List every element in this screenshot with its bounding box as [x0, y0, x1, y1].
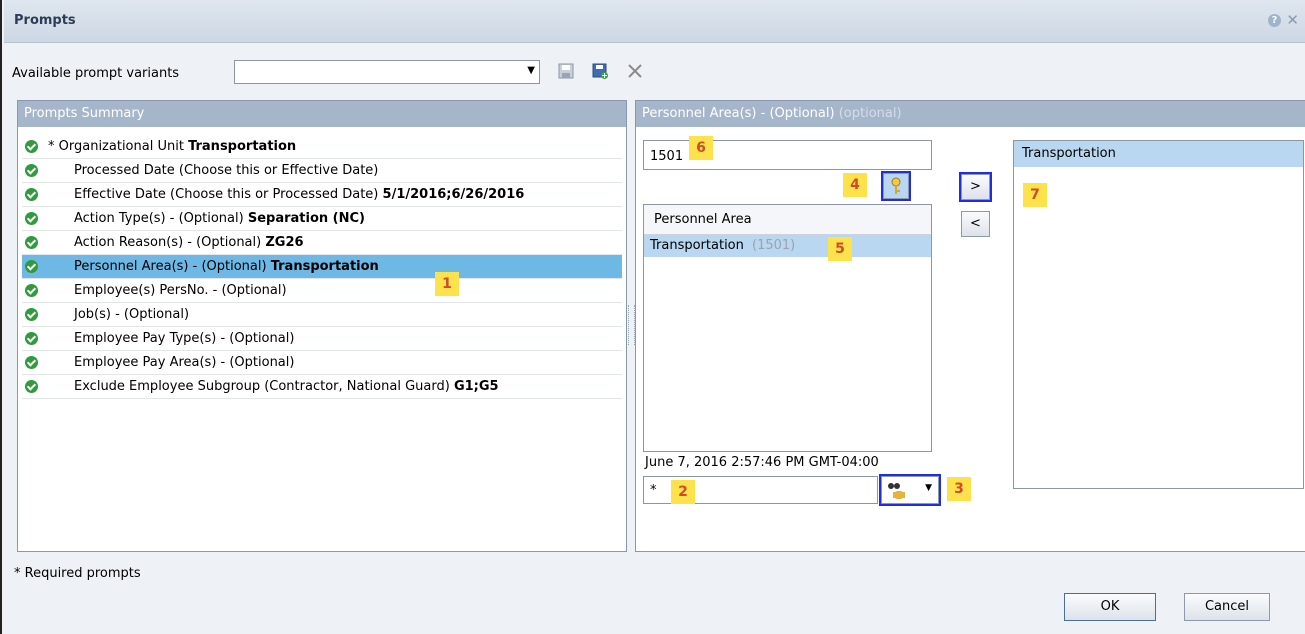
summary-row-label: Personnel Area(s) - (Optional): [74, 259, 267, 274]
optional-suffix: (optional): [838, 106, 902, 121]
check-icon: [25, 308, 38, 321]
check-icon: [25, 260, 38, 273]
check-icon: [25, 380, 38, 393]
close-icon[interactable]: ✕: [1286, 11, 1299, 29]
cancel-button[interactable]: Cancel: [1184, 593, 1270, 621]
search-options-button[interactable]: ▼: [879, 474, 941, 506]
refresh-timestamp: June 7, 2016 2:57:46 PM GMT-04:00: [645, 455, 879, 470]
summary-row[interactable]: Effective Date (Choose this or Processed…: [22, 183, 622, 207]
callout-badge-6: 6: [689, 136, 713, 160]
summary-row-text: * Organizational Unit Transportation: [48, 139, 296, 154]
key-input[interactable]: 1501: [643, 140, 932, 170]
summary-row-text: Processed Date (Choose this or Effective…: [74, 163, 378, 178]
list-item-key: (1501): [752, 238, 796, 253]
check-icon: [25, 356, 38, 369]
summary-row[interactable]: Employee(s) PersNo. - (Optional): [22, 279, 622, 303]
prompts-dialog: Prompts ? ✕ Available prompt variants ▼ …: [0, 0, 1305, 634]
summary-row[interactable]: * Organizational Unit Transportation: [22, 135, 622, 159]
list-column-header: Personnel Area: [644, 205, 931, 235]
summary-row[interactable]: Job(s) - (Optional): [22, 303, 622, 327]
summary-row-text: Job(s) - (Optional): [74, 307, 189, 322]
summary-row-label: * Organizational Unit: [48, 139, 184, 154]
list-item-transportation[interactable]: Transportation (1501): [644, 235, 931, 257]
summary-row-text: Employee(s) PersNo. - (Optional): [74, 283, 287, 298]
list-item-name: Transportation: [650, 238, 744, 253]
summary-row-text: Exclude Employee Subgroup (Contractor, N…: [74, 379, 499, 394]
title-bar: Prompts ? ✕: [4, 0, 1305, 43]
remove-button[interactable]: <: [961, 211, 990, 237]
check-icon: [25, 332, 38, 345]
check-icon: [25, 164, 38, 177]
splitter-handle[interactable]: [628, 305, 635, 345]
callout-badge-2: 2: [671, 480, 695, 504]
summary-row-label: Action Reason(s) - (Optional): [74, 235, 262, 250]
summary-row-label: Employee Pay Type(s) - (Optional): [74, 331, 295, 346]
check-icon: [25, 284, 38, 297]
summary-row-value: Transportation: [270, 259, 379, 274]
summary-row-label: Job(s) - (Optional): [74, 307, 190, 322]
callout-badge-5: 5: [828, 237, 852, 261]
save-as-icon[interactable]: [592, 63, 608, 79]
summary-row-text: Effective Date (Choose this or Processed…: [74, 187, 524, 202]
key-icon: [891, 177, 901, 194]
summary-row-text: Employee Pay Area(s) - (Optional): [74, 355, 294, 370]
required-prompts-note: * Required prompts: [14, 566, 141, 581]
selected-item-transportation[interactable]: Transportation: [1014, 141, 1303, 167]
search-options-arrow-icon: ▼: [925, 483, 932, 493]
summary-row-label: Action Type(s) - (Optional): [74, 211, 244, 226]
summary-row[interactable]: Action Reason(s) - (Optional) ZG26: [22, 231, 622, 255]
summary-row[interactable]: Employee Pay Type(s) - (Optional): [22, 327, 622, 351]
personnel-area-header: Personnel Area(s) - (Optional) (optional…: [636, 101, 1305, 127]
check-icon: [25, 212, 38, 225]
summary-row-value: ZG26: [265, 235, 304, 250]
show-key-button[interactable]: [881, 171, 911, 201]
summary-row-label: Employee Pay Area(s) - (Optional): [74, 355, 295, 370]
delete-variant-icon[interactable]: [627, 63, 643, 79]
save-icon[interactable]: [558, 63, 574, 79]
summary-row[interactable]: Employee Pay Area(s) - (Optional): [22, 351, 622, 375]
summary-row-label: Exclude Employee Subgroup (Contractor, N…: [74, 379, 450, 394]
summary-row[interactable]: Personnel Area(s) - (Optional) Transport…: [22, 255, 622, 279]
ok-button[interactable]: OK: [1064, 593, 1156, 621]
prompts-summary-panel: Prompts Summary * Organizational Unit Tr…: [17, 100, 627, 552]
check-icon: [25, 236, 38, 249]
search-input-value: *: [650, 483, 657, 498]
summary-row-value: G1;G5: [453, 379, 499, 394]
key-input-value: 1501: [650, 149, 684, 164]
callout-badge-3: 3: [947, 477, 971, 501]
summary-row-label: Effective Date (Choose this or Processed…: [74, 187, 379, 202]
summary-row[interactable]: Exclude Employee Subgroup (Contractor, N…: [22, 375, 622, 399]
variants-label: Available prompt variants: [12, 66, 180, 81]
dialog-title: Prompts: [14, 13, 76, 28]
summary-row-label: Employee(s) PersNo. - (Optional): [74, 283, 287, 298]
summary-row-text: Action Type(s) - (Optional) Separation (…: [74, 211, 365, 226]
add-button[interactable]: >: [959, 172, 992, 202]
variants-dropdown[interactable]: ▼: [234, 60, 540, 84]
help-icon[interactable]: ?: [1268, 14, 1281, 27]
callout-badge-7: 7: [1023, 183, 1047, 207]
summary-row-text: Personnel Area(s) - (Optional) Transport…: [74, 259, 379, 274]
prompts-summary-header: Prompts Summary: [18, 101, 626, 127]
summary-row-value: Transportation: [188, 139, 297, 154]
callout-badge-4: 4: [843, 173, 867, 197]
summary-row[interactable]: Processed Date (Choose this or Effective…: [22, 159, 622, 183]
dropdown-arrow-icon[interactable]: ▼: [527, 65, 535, 76]
summary-row-text: Action Reason(s) - (Optional) ZG26: [74, 235, 304, 250]
check-icon: [25, 140, 38, 153]
summary-row-value: 5/1/2016;6/26/2016: [382, 187, 525, 202]
personnel-area-title: Personnel Area(s) - (Optional): [642, 106, 835, 121]
callout-badge-1: 1: [435, 272, 459, 296]
personnel-area-list: Personnel Area Transportation (1501): [643, 204, 932, 452]
binoculars-icon: [888, 483, 905, 499]
summary-row-label: Processed Date (Choose this or Effective…: [74, 163, 379, 178]
summary-row-text: Employee Pay Type(s) - (Optional): [74, 331, 294, 346]
selected-values-list: Transportation: [1013, 140, 1304, 489]
summary-row-value: Separation (NC): [247, 211, 365, 226]
summary-row[interactable]: Action Type(s) - (Optional) Separation (…: [22, 207, 622, 231]
check-icon: [25, 188, 38, 201]
